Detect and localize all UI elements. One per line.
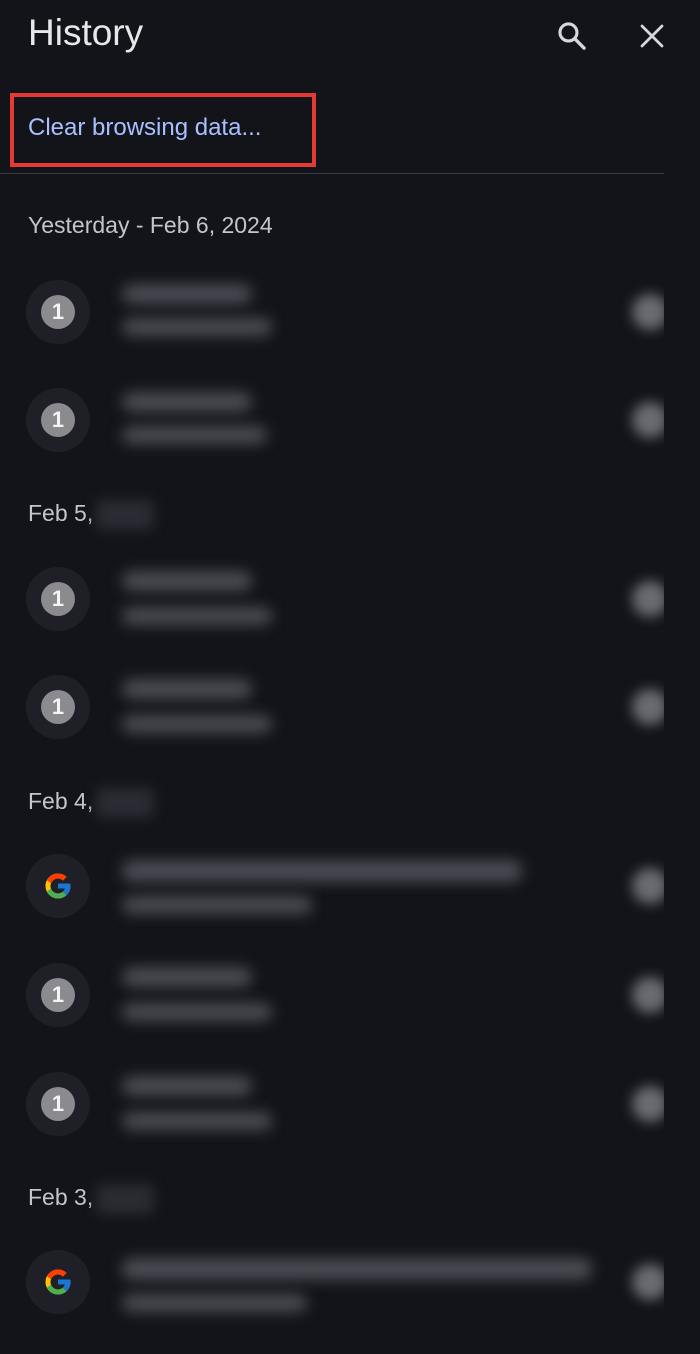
favicon: 1 — [26, 675, 90, 739]
page-title: History — [28, 12, 144, 53]
redacted-url — [122, 896, 312, 914]
redacted-title — [122, 860, 522, 882]
search-button[interactable] — [550, 14, 594, 58]
remove-item-button[interactable] — [632, 294, 668, 330]
redacted-url — [122, 1112, 272, 1130]
redacted-title — [122, 1076, 252, 1096]
history-item[interactable] — [0, 1232, 700, 1332]
redacted-url — [122, 715, 272, 733]
number-1-favicon-icon: 1 — [41, 978, 75, 1012]
favicon — [26, 854, 90, 918]
favicon: 1 — [26, 388, 90, 452]
remove-item-button[interactable] — [632, 1264, 668, 1300]
redacted-title — [122, 679, 252, 699]
number-1-favicon-icon: 1 — [41, 403, 75, 437]
redacted-title — [122, 571, 252, 591]
redacted-title — [122, 1258, 592, 1280]
google-icon — [45, 1269, 71, 1295]
remove-item-button[interactable] — [632, 1086, 668, 1122]
right-edge-mask — [664, 0, 700, 1354]
history-item[interactable]: 1 — [0, 549, 700, 649]
redacted-title — [122, 392, 252, 412]
redacted-url — [122, 1294, 307, 1312]
close-icon — [640, 24, 664, 48]
remove-item-button[interactable] — [632, 581, 668, 617]
section-header-date: Yesterday - Feb 6, 2024 — [28, 212, 273, 238]
section-header-date: Feb 5, — [28, 500, 94, 526]
remove-item-button[interactable] — [632, 689, 668, 725]
clear-browsing-data-link[interactable]: Clear browsing data... — [28, 114, 261, 142]
redacted-title — [122, 284, 252, 304]
redacted-year — [96, 500, 154, 530]
remove-item-button[interactable] — [632, 868, 668, 904]
section-header-date: Feb 4, — [28, 788, 94, 814]
favicon: 1 — [26, 280, 90, 344]
redacted-year — [96, 788, 154, 818]
google-icon — [45, 873, 71, 899]
number-1-favicon-icon: 1 — [41, 1087, 75, 1121]
history-item[interactable]: 1 — [0, 370, 700, 470]
remove-item-button[interactable] — [632, 402, 668, 438]
section-header-date: Feb 3, — [28, 1184, 94, 1210]
history-item[interactable]: 1 — [0, 262, 700, 362]
search-icon — [558, 22, 586, 50]
redacted-year — [96, 1184, 154, 1214]
history-item[interactable]: 1 — [0, 657, 700, 757]
redacted-url — [122, 318, 272, 336]
favicon — [26, 1250, 90, 1314]
redacted-url — [122, 426, 267, 444]
favicon: 1 — [26, 1072, 90, 1136]
favicon: 1 — [26, 567, 90, 631]
number-1-favicon-icon: 1 — [41, 690, 75, 724]
history-item[interactable] — [0, 836, 700, 936]
remove-item-button[interactable] — [632, 977, 668, 1013]
number-1-favicon-icon: 1 — [41, 582, 75, 616]
redacted-url — [122, 607, 272, 625]
top-app-bar: History — [0, 0, 700, 78]
history-item[interactable]: 1 — [0, 945, 700, 1045]
divider — [0, 173, 700, 174]
number-1-favicon-icon: 1 — [41, 295, 75, 329]
clear-browsing-data-row: Clear browsing data... — [0, 86, 700, 174]
redacted-title — [122, 967, 252, 987]
favicon: 1 — [26, 963, 90, 1027]
history-item[interactable]: 1 — [0, 1054, 700, 1154]
redacted-url — [122, 1003, 272, 1021]
